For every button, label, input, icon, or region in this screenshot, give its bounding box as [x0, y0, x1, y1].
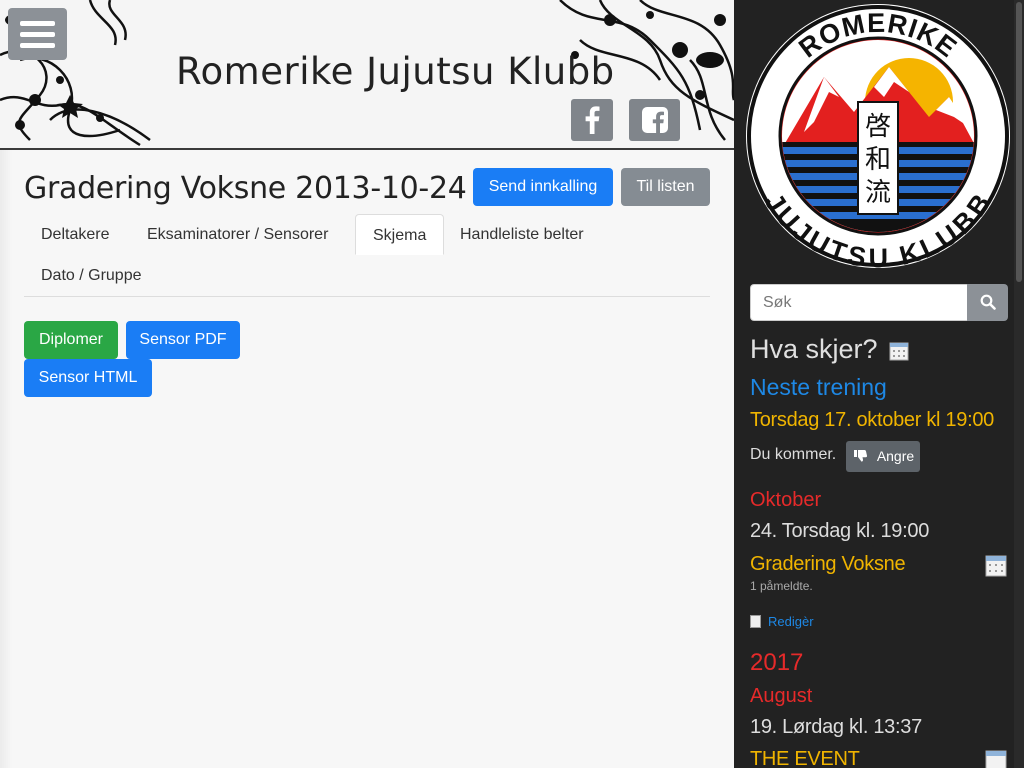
site-title: Romerike Jujutsu Klubb [176, 50, 615, 93]
next-training-label[interactable]: Neste trening [750, 374, 887, 401]
sensor-pdf-button[interactable]: Sensor PDF [126, 321, 240, 359]
edit-label: Redigèr [768, 614, 814, 629]
main-content: Gradering Voksne 2013-10-24 Send innkall… [0, 150, 734, 768]
attending-status: Du kommer. [750, 446, 837, 463]
document-icon [750, 615, 761, 628]
registered-count: 1 påmeldte. [750, 579, 813, 593]
event-date: 19. Lørdag kl. 13:37 [750, 716, 922, 738]
page-title: Gradering Voksne 2013-10-24 [24, 171, 467, 206]
calendar-icon[interactable] [985, 553, 1007, 577]
sidebar: 啓 和 流 ROMERIKE JUJUTSU KLUBB Hva skjer? … [734, 0, 1024, 768]
heading-text: Hva skjer? [750, 334, 878, 364]
event-title[interactable]: Gradering Voksne [750, 553, 906, 576]
send-invitation-button[interactable]: Send innkalling [473, 168, 613, 206]
back-to-list-button[interactable]: Til listen [621, 168, 710, 206]
club-logo[interactable]: 啓 和 流 ROMERIKE JUJUTSU KLUBB [744, 2, 1012, 270]
sensor-html-button[interactable]: Sensor HTML [24, 359, 152, 397]
what-happens-heading: Hva skjer? [750, 334, 909, 365]
facebook-icon[interactable] [571, 99, 613, 141]
logo-kanji-2: 和 [865, 145, 891, 175]
logo-kanji-3: 流 [865, 178, 891, 208]
event-date: 24. Torsdag kl. 19:00 [750, 520, 930, 542]
search-input[interactable] [750, 284, 968, 321]
menu-bar [20, 32, 55, 37]
tab-deltakere[interactable]: Deltakere [24, 214, 126, 255]
menu-bar [20, 43, 55, 48]
sidebar-scrollbar[interactable] [1014, 0, 1024, 768]
facebook-square-icon[interactable] [629, 99, 680, 141]
tab-handleliste[interactable]: Handleliste belter [443, 214, 601, 255]
month-heading: August [750, 685, 813, 707]
search-icon [980, 294, 996, 310]
edit-link[interactable]: Redigèr [750, 614, 814, 629]
next-training-time: Torsdag 17. oktober kl 19:00 [750, 409, 994, 431]
cancel-label: Angre [876, 448, 915, 464]
site-header: Romerike Jujutsu Klubb [0, 0, 734, 150]
year-heading: 2017 [750, 649, 804, 676]
tab-skjema[interactable]: Skjema [355, 214, 445, 255]
event-title[interactable]: THE EVENT [750, 748, 860, 768]
logo-kanji-1: 啓 [865, 112, 891, 142]
scrollbar-thumb[interactable] [1016, 2, 1022, 282]
cancel-attendance-button[interactable]: Angre [846, 441, 920, 472]
thumbs-down-icon [854, 450, 867, 462]
hamburger-menu-icon[interactable] [8, 8, 67, 60]
search-button[interactable] [967, 284, 1008, 321]
calendar-icon[interactable] [985, 748, 1007, 768]
month-heading: Oktober [750, 489, 822, 511]
menu-bar [20, 21, 55, 26]
diplomer-button[interactable]: Diplomer [24, 321, 118, 359]
search-bar [750, 284, 1008, 321]
tab-dato-gruppe[interactable]: Dato / Gruppe [24, 255, 159, 296]
tab-bar: Deltakere Eksaminatorer / Sensorer Skjem… [24, 214, 710, 297]
calendar-icon[interactable] [889, 340, 909, 361]
tab-eksaminatorer[interactable]: Eksaminatorer / Sensorer [130, 214, 345, 255]
